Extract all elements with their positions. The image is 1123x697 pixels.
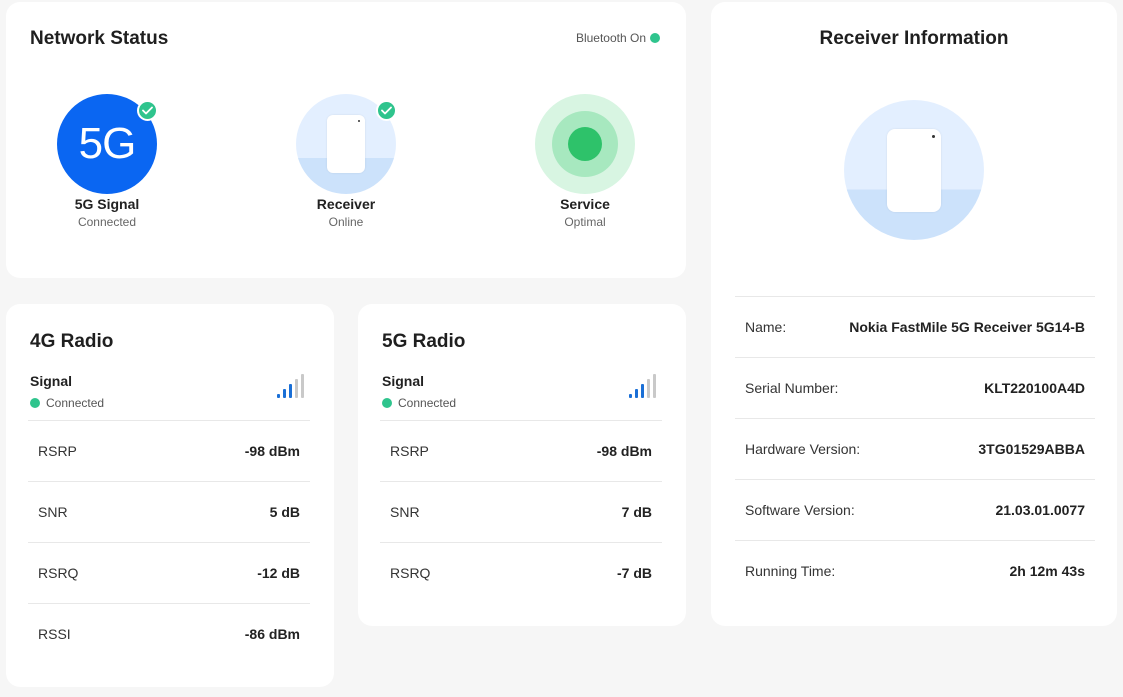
metric-row: RSRP -98 dBm <box>28 420 310 481</box>
metric-row: RSRP -98 dBm <box>380 420 662 481</box>
signal-bars-icon <box>629 374 656 398</box>
5g-signal-label: 5G Signal <box>74 196 140 212</box>
signal-bar <box>629 394 632 398</box>
metric-label: RSRP <box>390 443 429 459</box>
metric-label: RSRQ <box>390 565 431 581</box>
signal-bar <box>635 389 638 398</box>
radio-4g-title: 4G Radio <box>30 331 114 352</box>
radio-4g-signal-label: Signal <box>30 373 73 389</box>
bluetooth-status-label: Bluetooth On <box>575 31 646 45</box>
signal-bars-icon <box>277 374 304 398</box>
metric-row: RSRQ -12 dB <box>28 542 310 603</box>
metric-value: -7 dB <box>617 565 652 581</box>
info-value: 21.03.01.0077 <box>995 502 1085 518</box>
receiver-image <box>844 100 984 240</box>
info-value: Nokia FastMile 5G Receiver 5G14-B <box>849 319 1085 335</box>
service-label: Service <box>560 196 610 212</box>
metric-label: SNR <box>390 504 420 520</box>
radio-4g-signal-status: Connected <box>30 396 104 410</box>
radio-5g-title: 5G Radio <box>382 331 466 352</box>
status-receiver[interactable]: Receiver Online <box>266 94 426 229</box>
status-5g-signal[interactable]: 5G 5G Signal Connected <box>27 94 187 229</box>
info-row-running-time: Running Time: 2h 12m 43s <box>735 540 1095 601</box>
metric-value: -98 dBm <box>596 443 652 459</box>
metric-label: RSRP <box>38 443 77 459</box>
signal-bar <box>283 389 286 398</box>
check-icon <box>376 100 397 121</box>
metric-value: 5 dB <box>269 504 300 520</box>
bluetooth-status-dot-icon <box>650 33 660 43</box>
metric-row: SNR 7 dB <box>380 481 662 542</box>
signal-bar <box>277 394 280 398</box>
metric-label: RSRQ <box>38 565 79 581</box>
network-status-card: Network Status Bluetooth On 5G 5G Signal… <box>6 2 686 278</box>
service-dot-icon <box>568 127 602 161</box>
receiver-icon <box>296 94 397 194</box>
radio-5g-card: 5G Radio Signal Connected RSRP -98 dBm S… <box>358 304 686 626</box>
status-service[interactable]: Service Optimal <box>505 94 665 229</box>
bluetooth-status: Bluetooth On <box>576 31 660 45</box>
receiver-status: Online <box>328 215 364 229</box>
status-dot-icon <box>382 398 392 408</box>
signal-bar <box>641 384 644 398</box>
info-value: 2h 12m 43s <box>1009 563 1086 579</box>
receiver-device-icon <box>327 115 365 173</box>
info-label: Running Time: <box>745 563 836 579</box>
metric-row: RSSI -86 dBm <box>28 603 310 664</box>
check-icon <box>137 100 158 121</box>
5g-signal-status: Connected <box>77 215 137 229</box>
service-icon <box>535 94 635 194</box>
radio-5g-signal-status: Connected <box>382 396 456 410</box>
info-value: KLT220100A4D <box>984 380 1085 396</box>
metric-row: SNR 5 dB <box>28 481 310 542</box>
signal-bar <box>653 374 656 398</box>
metric-row: RSRQ -7 dB <box>380 542 662 603</box>
radio-5g-signal-label: Signal <box>382 373 425 389</box>
receiver-info-title: Receiver Information <box>819 28 1009 49</box>
receiver-device-icon <box>887 128 941 212</box>
metric-value: 7 dB <box>621 504 652 520</box>
5g-signal-icon: 5G <box>57 94 158 194</box>
metric-value: -12 dB <box>257 565 300 581</box>
service-ring <box>552 111 618 177</box>
info-row-hardware: Hardware Version: 3TG01529ABBA <box>735 418 1095 479</box>
metric-value: -98 dBm <box>244 443 300 459</box>
metric-value: -86 dBm <box>244 626 300 642</box>
service-status: Optimal <box>564 215 606 229</box>
info-row-serial: Serial Number: KLT220100A4D <box>735 357 1095 418</box>
radio-4g-signal-status-text: Connected <box>46 396 105 410</box>
metric-label: RSSI <box>38 626 71 642</box>
info-row-name: Name: Nokia FastMile 5G Receiver 5G14-B <box>735 296 1095 357</box>
network-status-title: Network Status <box>30 28 169 49</box>
receiver-label: Receiver <box>316 196 376 212</box>
info-label: Software Version: <box>745 502 855 518</box>
signal-bar <box>289 384 292 398</box>
radio-4g-card: 4G Radio Signal Connected RSRP -98 dBm S… <box>6 304 334 687</box>
5g-circle-text: 5G <box>78 119 137 168</box>
info-row-software: Software Version: 21.03.01.0077 <box>735 479 1095 540</box>
info-label: Hardware Version: <box>745 441 861 457</box>
info-label: Serial Number: <box>745 380 839 396</box>
signal-bar <box>647 379 650 398</box>
info-value: 3TG01529ABBA <box>978 441 1085 457</box>
receiver-info-card: Receiver Information Name: Nokia FastMil… <box>711 2 1117 626</box>
info-label: Name: <box>745 319 787 335</box>
metric-label: SNR <box>38 504 68 520</box>
status-dot-icon <box>30 398 40 408</box>
signal-bar <box>301 374 304 398</box>
radio-5g-signal-status-text: Connected <box>398 396 457 410</box>
signal-bar <box>295 379 298 398</box>
